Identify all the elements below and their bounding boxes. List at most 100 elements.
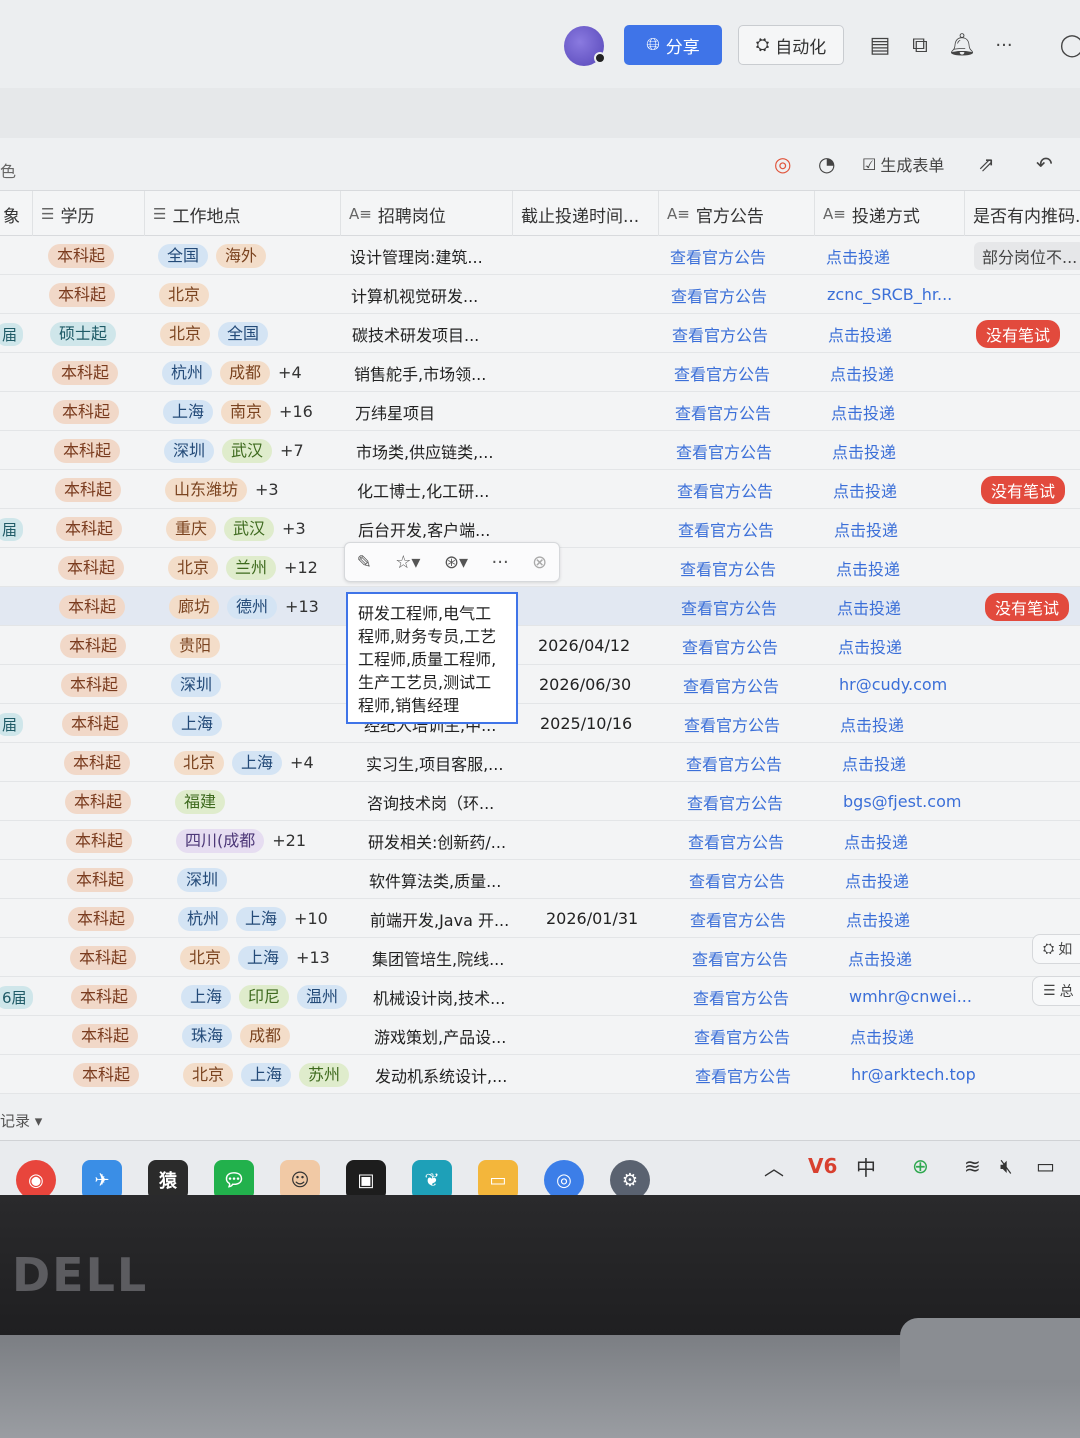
education-cell[interactable]: 本科起: [67, 860, 163, 899]
chevron-up-icon[interactable]: ︿: [764, 1152, 784, 1180]
more-icon[interactable]: ···: [990, 30, 1018, 60]
announcement-cell[interactable]: 查看官方公告: [678, 509, 818, 548]
location-cell[interactable]: 深圳 武汉 +7: [164, 431, 348, 470]
table-row[interactable]: 本科起 杭州 上海 +10 前端开发,Java 开... 2026/01/31 查看官方公告…: [0, 899, 1080, 938]
education-cell[interactable]: 本科起: [62, 704, 158, 743]
announcement-cell[interactable]: 查看官方公告: [690, 899, 830, 938]
announcement-link[interactable]: 查看官方公告: [688, 829, 784, 853]
referral-cell[interactable]: [986, 626, 1080, 665]
position-cell[interactable]: 市场类,供应链类,...: [356, 431, 516, 470]
apply-link[interactable]: 点击投递: [830, 361, 894, 385]
table-row[interactable]: 硕士起 北京 全国 碳技术研发项目... 查看官方公告 点击投递 没有笔试: [0, 314, 1080, 353]
announcement-cell[interactable]: 查看官方公告: [677, 470, 817, 509]
deadline-cell[interactable]: [526, 236, 656, 275]
education-cell[interactable]: 本科起: [66, 821, 162, 860]
announcement-cell[interactable]: 查看官方公告: [695, 1055, 835, 1094]
deadline-cell[interactable]: [530, 353, 660, 392]
apply-method-cell[interactable]: 点击投递: [844, 821, 978, 860]
announcement-link[interactable]: 查看官方公告: [680, 556, 776, 580]
announcement-cell[interactable]: 查看官方公告: [670, 236, 810, 275]
location-cell[interactable]: 北京 上海 +4: [174, 743, 358, 782]
deadline-cell[interactable]: [549, 977, 679, 1016]
announcement-cell[interactable]: 查看官方公告: [686, 743, 826, 782]
education-cell[interactable]: 本科起: [49, 275, 145, 314]
deadline-cell[interactable]: 2026/01/31: [546, 899, 676, 938]
apply-link[interactable]: wmhr@cnwei...: [849, 987, 972, 1006]
education-cell[interactable]: 硕士起: [50, 314, 146, 353]
position-cell[interactable]: 设计管理岗:建筑...: [350, 236, 510, 275]
announcement-link[interactable]: 查看官方公告: [687, 790, 783, 814]
bell-icon[interactable]: 🔔︎: [948, 30, 976, 60]
position-cell[interactable]: 碳技术研发项目...: [352, 314, 512, 353]
announcement-cell[interactable]: 查看官方公告: [681, 587, 821, 626]
table-row[interactable]: 本科起 上海 经纪人培训生,中... 2025/10/16 查看官方公告 点击投递: [0, 704, 1080, 743]
education-cell[interactable]: 本科起: [48, 236, 144, 275]
table-row[interactable]: 本科起 深圳 武汉 +7 市场类,供应链类,... 查看官方公告 点击投递: [0, 431, 1080, 470]
referral-cell[interactable]: [975, 275, 1080, 314]
location-cell[interactable]: 四川(成都 +21: [176, 821, 360, 860]
apply-link[interactable]: 点击投递: [845, 868, 909, 892]
announcement-link[interactable]: 查看官方公告: [675, 400, 771, 424]
app-icon-1[interactable]: ◉: [16, 1160, 56, 1195]
deadline-cell[interactable]: [551, 1055, 681, 1094]
deadline-cell[interactable]: [531, 392, 661, 431]
location-cell[interactable]: 北京 上海 苏州: [183, 1055, 367, 1094]
announcement-cell[interactable]: 查看官方公告: [689, 860, 829, 899]
education-cell[interactable]: 本科起: [53, 392, 149, 431]
referral-cell[interactable]: [991, 782, 1080, 821]
referral-cell[interactable]: [978, 353, 1080, 392]
deadline-cell[interactable]: 2026/06/30: [539, 665, 669, 704]
referral-cell[interactable]: [979, 392, 1080, 431]
side-float-b[interactable]: ☰ 总: [1032, 976, 1080, 1006]
apply-method-cell[interactable]: hr@cudy.com: [839, 665, 973, 704]
tray-app-icon[interactable]: ⊕: [912, 1152, 929, 1180]
table-row[interactable]: 本科起 上海 印尼 温州 机械设计岗,技术... 查看官方公告 wmhr@cnwei...: [0, 977, 1080, 1016]
app-icon-dark[interactable]: 猿: [148, 1160, 188, 1195]
location-cell[interactable]: 杭州 成都 +4: [162, 353, 346, 392]
referral-cell[interactable]: [987, 665, 1080, 704]
table-row[interactable]: 本科起 北京 上海 +4 实习生,项目客服,... 查看官方公告 点击投递: [0, 743, 1080, 782]
apply-method-cell[interactable]: 点击投递: [840, 704, 974, 743]
history-icon[interactable]: ◔: [818, 150, 835, 178]
apply-method-cell[interactable]: 点击投递: [834, 509, 968, 548]
education-cell[interactable]: 本科起: [65, 782, 161, 821]
education-cell[interactable]: 本科起: [58, 548, 154, 587]
position-cell[interactable]: 实习生,项目客服,...: [366, 743, 526, 782]
document-icon[interactable]: ▤: [866, 30, 894, 60]
apply-method-cell[interactable]: 点击投递: [848, 938, 982, 977]
referral-cell[interactable]: [992, 821, 1080, 860]
position-cell[interactable]: 研发相关:创新药/...: [368, 821, 528, 860]
apply-link[interactable]: 点击投递: [833, 478, 897, 502]
table-row[interactable]: 本科起 廊坊 德州 +13 查看官方公告 点击投递 没有笔试: [0, 587, 1080, 626]
col-header-apply-method[interactable]: A≡ 投递方式: [814, 191, 964, 237]
folder-icon[interactable]: ▭: [478, 1160, 518, 1195]
announcement-link[interactable]: 查看官方公告: [689, 868, 785, 892]
apply-link[interactable]: hr@arktech.top: [851, 1065, 976, 1084]
apply-method-cell[interactable]: bgs@fjest.com: [843, 782, 977, 821]
table-row[interactable]: 本科起 山东潍坊 +3 化工博士,化工研... 查看官方公告 点击投递 没有笔试: [0, 470, 1080, 509]
announcement-cell[interactable]: 查看官方公告: [687, 782, 827, 821]
apply-method-cell[interactable]: 点击投递: [837, 587, 971, 626]
apply-method-cell[interactable]: wmhr@cnwei...: [849, 977, 983, 1016]
education-cell[interactable]: 本科起: [73, 1055, 169, 1094]
location-cell[interactable]: 北京: [159, 275, 343, 314]
position-cell[interactable]: 游戏策划,产品设...: [374, 1016, 534, 1055]
location-cell[interactable]: 北京 上海 +13: [180, 938, 364, 977]
apply-method-cell[interactable]: 点击投递: [838, 626, 972, 665]
automation-button[interactable]: ⛭ 自动化: [738, 25, 844, 65]
announcement-cell[interactable]: 查看官方公告: [672, 314, 812, 353]
location-cell[interactable]: 山东潍坊 +3: [165, 470, 349, 509]
referral-cell[interactable]: 没有笔试: [976, 314, 1080, 353]
table-row[interactable]: 本科起 杭州 成都 +4 销售舵手,市场领... 查看官方公告 点击投递: [0, 353, 1080, 392]
more-icon[interactable]: ···: [492, 552, 509, 573]
apply-link[interactable]: 点击投递: [837, 595, 901, 619]
announcement-cell[interactable]: 查看官方公告: [692, 938, 832, 977]
announcement-link[interactable]: 查看官方公告: [677, 478, 773, 502]
referral-cell[interactable]: [982, 509, 1080, 548]
cell-editor[interactable]: 研发工程师,电气工程师,财务专员,工艺工程师,质量工程师,生产工艺员,测试工程师…: [346, 592, 518, 724]
apply-link[interactable]: 点击投递: [840, 712, 904, 736]
location-cell[interactable]: 重庆 武汉 +3: [166, 509, 350, 548]
apply-method-cell[interactable]: 点击投递: [831, 392, 965, 431]
apply-method-cell[interactable]: 点击投递: [828, 314, 962, 353]
apply-link[interactable]: 点击投递: [838, 634, 902, 658]
